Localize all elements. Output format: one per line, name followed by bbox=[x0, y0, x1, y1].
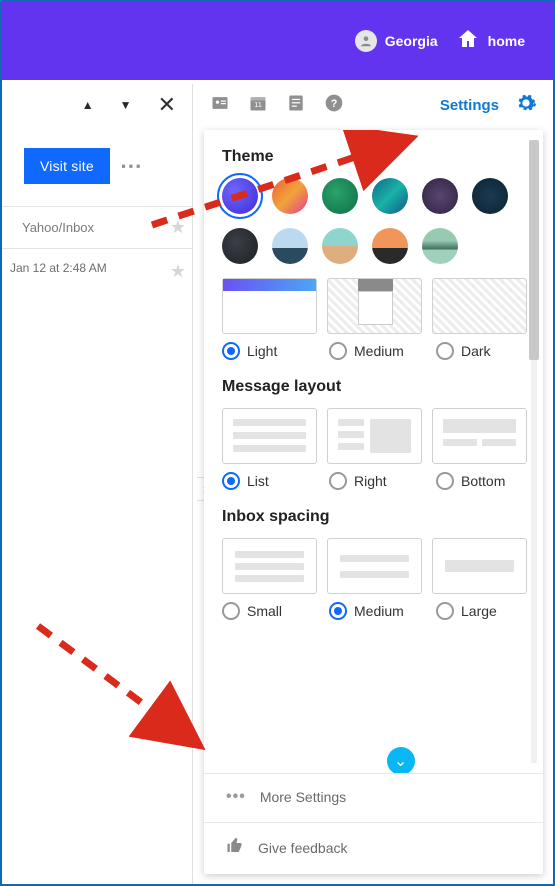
ellipsis-icon: ••• bbox=[226, 788, 246, 806]
theme-swatch-dusk[interactable] bbox=[372, 228, 408, 264]
layout-option-right[interactable]: Right bbox=[329, 472, 424, 490]
help-icon[interactable]: ? bbox=[324, 93, 344, 118]
radio-icon bbox=[329, 472, 347, 490]
folder-label: Yahoo/Inbox bbox=[22, 220, 94, 235]
theme-swatch-navy[interactable] bbox=[472, 178, 508, 214]
thumb-up-icon bbox=[226, 837, 244, 858]
radio-icon bbox=[222, 602, 240, 620]
notes-icon[interactable] bbox=[286, 93, 306, 118]
prev-arrow-icon[interactable]: ▲ bbox=[82, 98, 94, 112]
radio-icon bbox=[436, 472, 454, 490]
annotation-arrow-icon bbox=[30, 616, 230, 756]
theme-swatch-purple[interactable] bbox=[422, 178, 458, 214]
density-card-light[interactable] bbox=[222, 278, 317, 334]
more-settings-label: More Settings bbox=[260, 789, 346, 805]
user-name: Georgia bbox=[385, 33, 438, 49]
home-link[interactable]: home bbox=[456, 27, 525, 56]
message-row[interactable]: Jan 12 at 2:48 AM ★ bbox=[2, 249, 192, 288]
feedback-label: Give feedback bbox=[258, 840, 348, 856]
feedback-row[interactable]: Give feedback bbox=[204, 822, 543, 874]
layout-card-bottom[interactable] bbox=[432, 408, 527, 464]
radio-icon bbox=[436, 342, 454, 360]
star-icon[interactable]: ★ bbox=[170, 217, 186, 238]
spacing-option-small[interactable]: Small bbox=[222, 602, 317, 620]
more-settings-row[interactable]: ••• More Settings bbox=[204, 774, 543, 822]
theme-swatch-blue[interactable] bbox=[222, 178, 258, 214]
spacing-heading: Inbox spacing bbox=[222, 508, 537, 526]
density-option-medium[interactable]: Medium bbox=[329, 342, 424, 360]
star-icon[interactable]: ★ bbox=[170, 261, 186, 282]
layout-card-list[interactable] bbox=[222, 408, 317, 464]
radio-icon bbox=[222, 342, 240, 360]
theme-heading: Theme bbox=[222, 148, 537, 166]
density-option-dark[interactable]: Dark bbox=[436, 342, 531, 360]
spacing-card-medium[interactable] bbox=[327, 538, 422, 594]
layout-heading: Message layout bbox=[222, 378, 537, 396]
spacing-card-large[interactable] bbox=[432, 538, 527, 594]
radio-icon bbox=[222, 472, 240, 490]
svg-text:11: 11 bbox=[254, 100, 262, 109]
home-label: home bbox=[488, 33, 525, 49]
layout-card-right[interactable] bbox=[327, 408, 422, 464]
settings-panel: Theme Light Medium Dark Message layout bbox=[204, 130, 543, 874]
radio-icon bbox=[436, 602, 454, 620]
svg-text:?: ? bbox=[331, 98, 338, 110]
visit-site-button[interactable]: Visit site bbox=[24, 148, 110, 184]
sub-toolbar: ▲ ▼ ✕ 11 ? Settings bbox=[2, 80, 553, 130]
theme-swatch-mountain[interactable] bbox=[272, 228, 308, 264]
gear-icon[interactable] bbox=[515, 92, 537, 119]
expand-icon[interactable]: ⌄ bbox=[387, 747, 415, 773]
theme-swatch-dark[interactable] bbox=[222, 228, 258, 264]
layout-option-list[interactable]: List bbox=[222, 472, 317, 490]
folder-row[interactable]: Yahoo/Inbox ★ bbox=[2, 206, 192, 249]
next-arrow-icon[interactable]: ▼ bbox=[120, 98, 132, 112]
vertical-divider bbox=[192, 84, 193, 884]
scrollbar[interactable] bbox=[529, 140, 539, 763]
panel-footer: ••• More Settings Give feedback bbox=[204, 773, 543, 874]
theme-swatch-sunset[interactable] bbox=[272, 178, 308, 214]
contact-card-icon[interactable] bbox=[210, 93, 230, 118]
left-column: Visit site ⋯ Yahoo/Inbox ★ Jan 12 at 2:4… bbox=[2, 130, 192, 288]
theme-swatch-beach[interactable] bbox=[322, 228, 358, 264]
avatar-icon bbox=[355, 30, 377, 52]
app-header: Georgia home bbox=[2, 2, 553, 80]
settings-link[interactable]: Settings bbox=[440, 97, 499, 114]
theme-swatch-teal[interactable] bbox=[372, 178, 408, 214]
message-timestamp: Jan 12 at 2:48 AM bbox=[10, 261, 107, 282]
theme-swatch-hills[interactable] bbox=[422, 228, 458, 264]
radio-icon bbox=[329, 342, 347, 360]
close-icon[interactable]: ✕ bbox=[158, 92, 176, 118]
theme-swatch-green[interactable] bbox=[322, 178, 358, 214]
calendar-icon[interactable]: 11 bbox=[248, 93, 268, 118]
spacing-option-large[interactable]: Large bbox=[436, 602, 531, 620]
radio-icon bbox=[329, 602, 347, 620]
spacing-option-medium[interactable]: Medium bbox=[329, 602, 424, 620]
spacing-card-small[interactable] bbox=[222, 538, 317, 594]
density-card-dark[interactable] bbox=[432, 278, 527, 334]
more-menu-icon[interactable]: ⋯ bbox=[120, 153, 143, 179]
home-icon bbox=[456, 27, 480, 56]
layout-option-bottom[interactable]: Bottom bbox=[436, 472, 531, 490]
density-card-medium[interactable] bbox=[327, 278, 422, 334]
profile-group[interactable]: Georgia bbox=[355, 30, 438, 52]
density-option-light[interactable]: Light bbox=[222, 342, 317, 360]
